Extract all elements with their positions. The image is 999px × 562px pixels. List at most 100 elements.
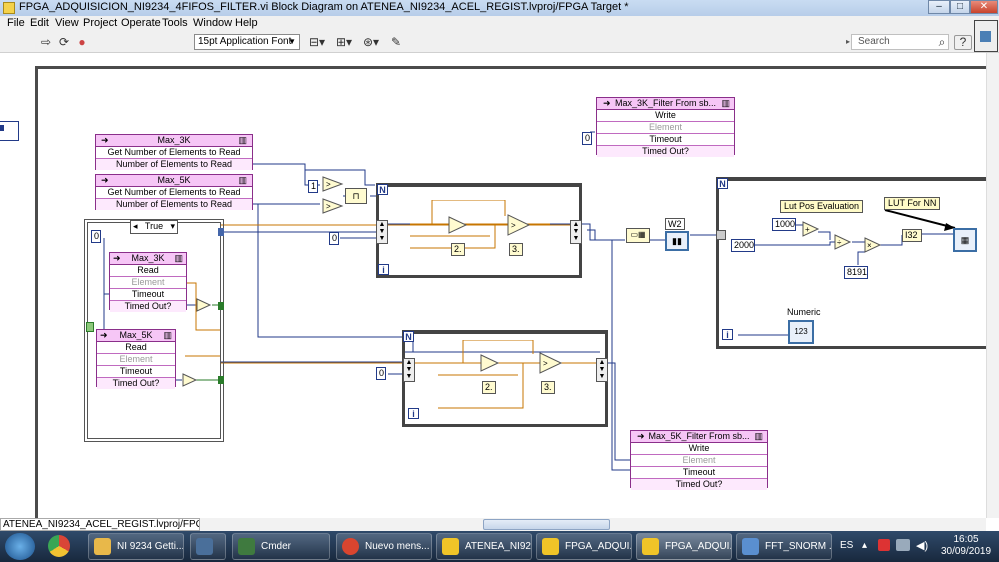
tunnel bbox=[716, 230, 726, 240]
shift-register-right[interactable]: ▲ ▼ ▼ bbox=[596, 358, 608, 382]
task-item-atenea[interactable]: ATENEA_NI92... bbox=[436, 533, 532, 560]
task-item-ni9234[interactable]: NI 9234 Getti... bbox=[88, 533, 184, 560]
not-node[interactable] bbox=[182, 373, 198, 390]
shift-register-right[interactable]: ▲ ▼ ▼ bbox=[570, 220, 582, 244]
max-min-node[interactable]: > bbox=[507, 214, 531, 239]
fifo-arrow-icon: ➜ bbox=[101, 175, 109, 185]
const-zero[interactable]: 0 bbox=[329, 232, 339, 245]
clock-date: 30/09/2019 bbox=[940, 546, 992, 557]
const-8191[interactable]: 8191 bbox=[844, 266, 868, 279]
case-prev-icon[interactable]: ◂ bbox=[133, 221, 138, 231]
multiply-node[interactable]: × bbox=[864, 237, 882, 256]
iteration-label: i bbox=[378, 264, 389, 275]
fifo-max5k-get-elements[interactable]: ➜ Max_5K ▥ Get Number of Elements to Rea… bbox=[95, 174, 253, 210]
tunnel bbox=[218, 228, 224, 236]
vertical-scrollbar[interactable] bbox=[986, 53, 999, 518]
fifo-header: ➜ Max_5K ▥ bbox=[97, 330, 175, 342]
fifo-name: Max_3K bbox=[131, 253, 165, 263]
project-path: ATENEA_NI9234_ACEL_REGIST.lvproj/FPGA Ta… bbox=[0, 518, 200, 531]
const-three[interactable]: 3. bbox=[541, 381, 555, 394]
not-node[interactable] bbox=[196, 298, 212, 315]
greater-node[interactable]: > bbox=[322, 198, 344, 217]
fifo-arrow-icon: ➜ bbox=[101, 135, 109, 145]
const-two[interactable]: 2. bbox=[451, 243, 465, 256]
const-1000[interactable]: 1000 bbox=[772, 218, 796, 231]
greater-node[interactable]: > bbox=[322, 176, 344, 195]
case-selector[interactable]: ◂ True ▾ bbox=[130, 220, 178, 234]
wire bbox=[607, 362, 630, 461]
lut-nn-label: LUT For NN bbox=[884, 197, 941, 210]
fifo-method: Get Number of Elements to Read bbox=[96, 147, 252, 159]
const-2000[interactable]: 2000 bbox=[731, 239, 755, 252]
svg-text:÷: ÷ bbox=[837, 238, 842, 247]
task-label: Nuevo mens... bbox=[365, 541, 430, 552]
w2-subvi[interactable]: W2 ▮▮ bbox=[665, 218, 689, 251]
task-item-fft[interactable]: FFT_SNORM ... bbox=[736, 533, 832, 560]
fifo-max3k-read[interactable]: ➜ Max_3K ▥ Read Element Timeout Timed Ou… bbox=[109, 252, 187, 312]
loop-count-label: N bbox=[403, 331, 414, 342]
greater-node[interactable] bbox=[480, 354, 500, 375]
wire bbox=[580, 223, 625, 241]
fifo-method: Get Number of Elements to Read bbox=[96, 187, 252, 199]
task-item-fpga-2[interactable]: FPGA_ADQUI... bbox=[636, 533, 732, 560]
fifo-name: Max_5K bbox=[119, 330, 153, 340]
horizontal-scroll-thumb[interactable] bbox=[483, 519, 610, 530]
tray-expand-icon[interactable]: ▴ bbox=[862, 540, 867, 551]
shift-register-left[interactable]: ▲ ▼ ▼ bbox=[376, 220, 388, 244]
task-label: NI 9234 Getti... bbox=[117, 541, 184, 552]
volume-icon[interactable]: ◀) bbox=[916, 539, 928, 552]
numeric-indicator[interactable]: 123 bbox=[788, 320, 814, 344]
divide-node[interactable]: ÷ bbox=[834, 234, 852, 253]
task-label: ATENEA_NI92... bbox=[465, 541, 532, 552]
svg-text:>: > bbox=[326, 180, 331, 189]
lut-pos-label: Lut Pos Evaluation bbox=[780, 200, 864, 213]
start-button[interactable] bbox=[5, 533, 35, 560]
build-array-node[interactable]: ▭▦ bbox=[626, 228, 650, 243]
fifo-max5k-filter-write[interactable]: ➜ Max_5K_Filter From sb... ▥ Write Eleme… bbox=[630, 430, 768, 490]
taskbar-clock[interactable]: 16:05 30/09/2019 bbox=[936, 534, 996, 558]
const-zero[interactable]: 0 bbox=[376, 367, 386, 380]
const-zero[interactable]: 0 bbox=[582, 132, 592, 145]
lut-subvi-icon[interactable]: ▦ bbox=[953, 228, 977, 252]
loop-count-label: N bbox=[717, 178, 728, 189]
const-zero[interactable]: 0 bbox=[91, 230, 101, 243]
fifo-method: Read bbox=[97, 342, 175, 354]
flag-icon[interactable] bbox=[878, 539, 890, 551]
task-item-app[interactable] bbox=[190, 533, 226, 560]
tunnel bbox=[218, 302, 224, 310]
fifo-arrow-icon: ➜ bbox=[603, 98, 611, 108]
svg-text:×: × bbox=[867, 241, 872, 250]
max-min-node[interactable]: > bbox=[539, 352, 563, 377]
chrome-icon[interactable] bbox=[48, 535, 70, 557]
fifo-max3k-filter-write[interactable]: ➜ Max_3K_Filter From sb... ▥ Write Eleme… bbox=[596, 97, 735, 157]
const-one[interactable]: 1 bbox=[308, 180, 320, 193]
fifo-timed-out: Timed Out? bbox=[631, 479, 767, 490]
selector-terminal[interactable] bbox=[86, 322, 94, 332]
terminal-icon bbox=[238, 538, 255, 555]
case-next-icon[interactable]: ▾ bbox=[170, 221, 175, 231]
const-two[interactable]: 2. bbox=[482, 381, 496, 394]
labview-icon bbox=[542, 538, 559, 555]
fifo-max3k-get-elements[interactable]: ➜ Max_3K ▥ Get Number of Elements to Rea… bbox=[95, 134, 253, 170]
to-i32-node[interactable]: I32 bbox=[902, 229, 922, 242]
loop-count-label: N bbox=[377, 184, 388, 195]
wire bbox=[587, 229, 596, 240]
task-item-chrome-mail[interactable]: Nuevo mens... bbox=[336, 533, 432, 560]
network-icon[interactable] bbox=[896, 539, 910, 551]
fifo-element: Element bbox=[97, 354, 175, 366]
and-node[interactable]: ⊓ bbox=[345, 188, 367, 204]
fifo-header: ➜ Max_5K_Filter From sb... ▥ bbox=[631, 431, 767, 443]
task-item-cmder[interactable]: Cmder bbox=[232, 533, 330, 560]
fifo-max5k-read[interactable]: ➜ Max_5K ▥ Read Element Timeout Timed Ou… bbox=[96, 329, 176, 389]
fifo-name: Max_3K_Filter From sb... bbox=[614, 98, 717, 108]
fifo-header: ➜ Max_3K ▥ bbox=[96, 135, 252, 147]
shift-register-left[interactable]: ▲ ▼ ▼ bbox=[403, 358, 415, 382]
greater-node[interactable] bbox=[448, 216, 468, 237]
app-icon bbox=[196, 538, 213, 555]
task-label: Cmder bbox=[261, 541, 292, 552]
fifo-icon: ▥ bbox=[238, 135, 247, 145]
language-indicator[interactable]: ES bbox=[840, 540, 853, 551]
const-three[interactable]: 3. bbox=[509, 243, 523, 256]
add-node[interactable]: + bbox=[802, 221, 820, 240]
task-item-fpga-1[interactable]: FPGA_ADQUI... bbox=[536, 533, 632, 560]
